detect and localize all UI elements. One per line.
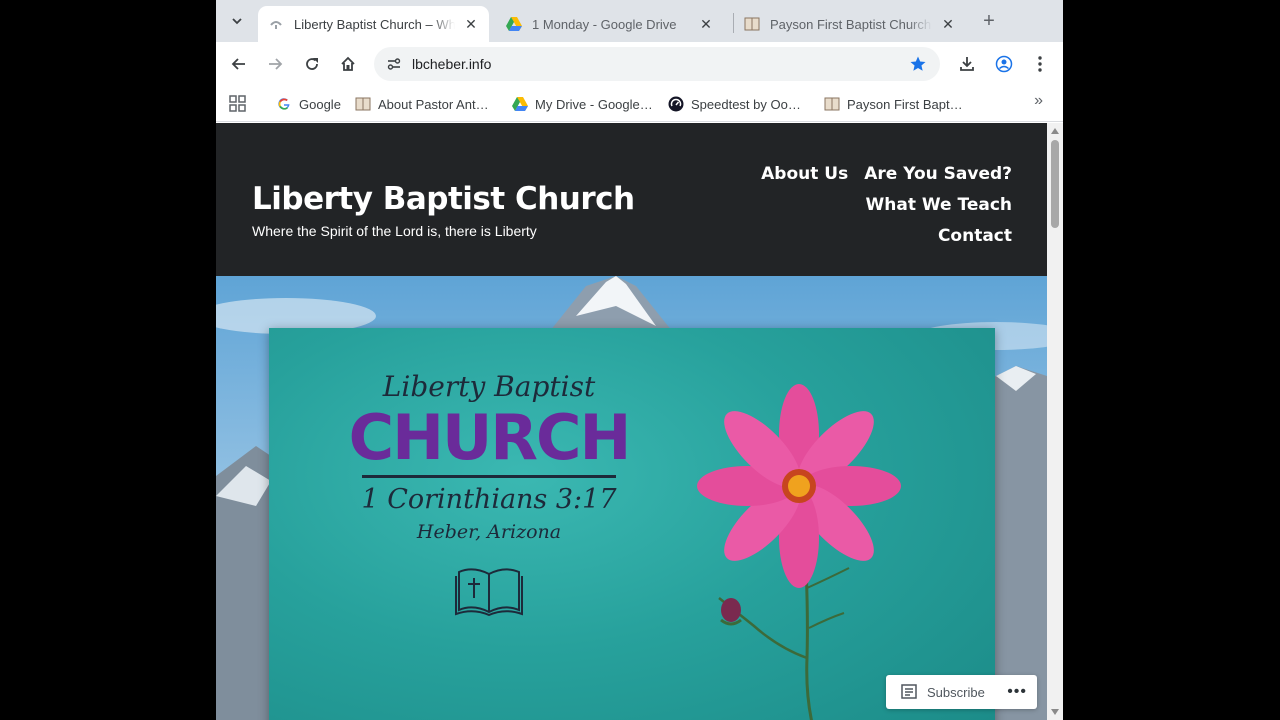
speedtest-icon <box>668 96 684 112</box>
tab-search-button[interactable] <box>224 8 250 34</box>
arrow-right-icon <box>269 58 283 70</box>
banner-divider <box>362 475 616 478</box>
forward-button[interactable] <box>260 49 290 79</box>
bookmark-about-pastor[interactable]: About Pastor Ant… <box>355 92 489 116</box>
bookmark-label: My Drive - Google… <box>535 96 653 112</box>
banner-location: Heber, Arizona <box>416 521 562 543</box>
kebab-menu-icon <box>1038 56 1042 72</box>
tab-title: Liberty Baptist Church – Wh <box>294 16 455 32</box>
tab-liberty-baptist[interactable]: Liberty Baptist Church – Wh ✕ <box>258 6 489 42</box>
browser-window: Liberty Baptist Church – Wh ✕ 1 Monday -… <box>216 0 1063 720</box>
tab-google-drive[interactable]: 1 Monday - Google Drive ✕ <box>496 6 724 42</box>
bookmark-my-drive[interactable]: My Drive - Google… <box>512 92 653 116</box>
church-banner-card: Liberty Baptist CHURCH 1 Corinthians 3:1… <box>269 328 995 720</box>
pink-flower-image <box>697 384 901 720</box>
back-button[interactable] <box>224 49 254 79</box>
url-text: lbcheber.info <box>412 56 492 72</box>
book-icon <box>824 96 840 112</box>
hero-banner: Liberty Baptist CHURCH 1 Corinthians 3:1… <box>216 276 1047 720</box>
page-scrollbar[interactable] <box>1047 123 1063 720</box>
main-nav: About Us Are You Saved?What We Teach Conta… <box>612 159 1012 252</box>
close-icon[interactable]: ✕ <box>463 16 479 32</box>
banner-verse: 1 Corinthians 3:17 <box>361 484 617 515</box>
bookmark-payson-first[interactable]: Payson First Bapt… <box>824 92 963 116</box>
banner-text-block: Liberty Baptist CHURCH 1 Corinthians 3:1… <box>309 370 669 543</box>
new-tab-button[interactable]: + <box>976 8 1002 34</box>
reload-icon <box>306 58 318 70</box>
profile-icon <box>995 55 1013 73</box>
tab-title: 1 Monday - Google Drive <box>532 16 677 32</box>
book-icon <box>744 16 760 32</box>
bookmark-label: Payson First Bapt… <box>847 96 963 112</box>
site-tagline: Where the Spirit of the Lord is, there i… <box>252 223 537 239</box>
bookmark-star-icon[interactable] <box>906 52 930 76</box>
downloads-button[interactable] <box>952 49 982 79</box>
church-icon <box>268 16 284 32</box>
bible-icon <box>455 568 523 616</box>
download-icon <box>960 57 974 71</box>
address-bar[interactable]: lbcheber.info <box>374 47 940 81</box>
tab-strip: Liberty Baptist Church – Wh ✕ 1 Monday -… <box>216 0 1063 42</box>
close-icon[interactable]: ✕ <box>940 16 956 32</box>
nav-contact[interactable]: Contact <box>938 221 1012 252</box>
chevron-down-icon <box>232 18 242 25</box>
google-drive-icon <box>512 96 528 112</box>
home-button[interactable] <box>333 49 363 79</box>
toolbar: lbcheber.info <box>216 42 1063 86</box>
scrollbar-thumb[interactable] <box>1051 140 1059 228</box>
nav-what-we-teach[interactable]: What We Teach <box>866 190 1012 221</box>
book-icon <box>355 96 371 112</box>
bookmark-label: Speedtest by Oo… <box>691 96 801 112</box>
banner-line-church: CHURCH <box>348 401 632 474</box>
close-icon[interactable]: ✕ <box>698 16 714 32</box>
home-icon <box>341 56 355 71</box>
site-info-icon[interactable] <box>382 52 406 76</box>
reload-button[interactable] <box>297 49 327 79</box>
page-viewport: Liberty Baptist Church Where the Spirit … <box>216 123 1047 720</box>
reader-icon <box>901 684 919 700</box>
scroll-down-arrow-icon[interactable] <box>1051 709 1059 715</box>
site-header: Liberty Baptist Church Where the Spirit … <box>216 123 1047 276</box>
more-options-button[interactable]: ••• <box>1007 683 1027 701</box>
bookmark-label: About Pastor Ant… <box>378 96 489 112</box>
bookmark-google[interactable]: Google <box>276 92 341 116</box>
tab-payson-first-baptist[interactable]: Payson First Baptist Church ✕ <box>734 6 966 42</box>
apps-grid-icon[interactable] <box>228 94 248 114</box>
google-icon <box>276 96 292 112</box>
banner-line-liberty-baptist: Liberty Baptist <box>382 370 596 403</box>
bookmark-speedtest[interactable]: Speedtest by Oo… <box>668 92 801 116</box>
scroll-up-arrow-icon[interactable] <box>1051 128 1059 134</box>
bookmark-label: Google <box>299 96 341 112</box>
subscribe-button[interactable]: Subscribe ••• <box>886 675 1037 709</box>
nav-about-us[interactable]: About Us <box>761 159 848 190</box>
site-title[interactable]: Liberty Baptist Church <box>252 181 635 217</box>
profile-button[interactable] <box>989 49 1019 79</box>
nav-are-you-saved[interactable]: Are You Saved? <box>864 159 1012 190</box>
tab-title: Payson First Baptist Church <box>770 16 932 32</box>
menu-button[interactable] <box>1025 49 1055 79</box>
arrow-left-icon <box>231 58 245 70</box>
bookmarks-bar: Google About Pastor Ant… My Drive - Goog… <box>216 86 1063 122</box>
google-drive-icon <box>506 16 522 32</box>
bookmarks-overflow-button[interactable]: » <box>1034 92 1043 110</box>
subscribe-label: Subscribe <box>927 684 985 700</box>
